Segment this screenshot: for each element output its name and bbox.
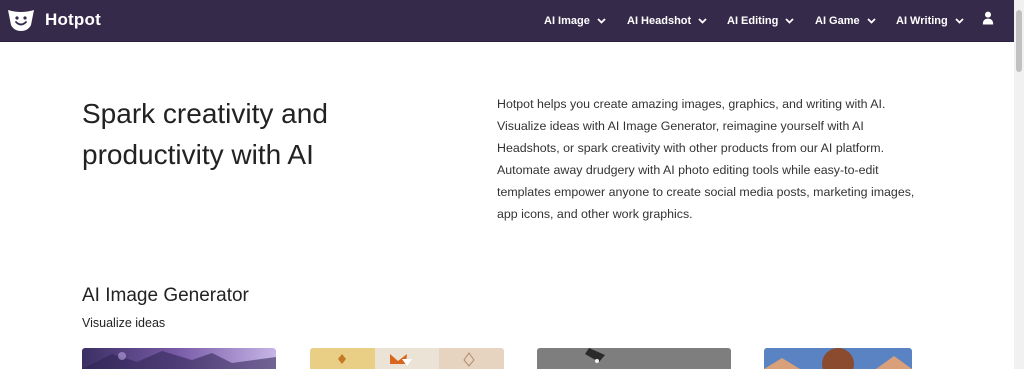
hotpot-logo-icon (8, 10, 34, 31)
nav-item-ai-headshot[interactable]: AI Headshot (627, 0, 707, 41)
top-navigation-bar: Hotpot AI Image AI Headshot AI Editing A… (0, 0, 1014, 42)
nav-item-ai-editing[interactable]: AI Editing (727, 0, 794, 41)
nav-item-ai-game[interactable]: AI Game (815, 0, 876, 41)
hero-description: Hotpot helps you create amazing images, … (497, 97, 915, 221)
nav-item-ai-writing[interactable]: AI Writing (896, 0, 964, 41)
gallery-image-anime-girl[interactable] (764, 348, 912, 369)
chevron-down-icon (597, 17, 606, 24)
chevron-down-icon (867, 17, 876, 24)
nav-item-label: AI Image (544, 14, 590, 27)
chevron-down-icon (785, 17, 794, 24)
nav-item-label: AI Game (815, 14, 860, 27)
section-title: AI Image Generator (82, 285, 249, 306)
nav-item-label: AI Editing (727, 14, 779, 27)
nav-item-label: AI Writing (896, 14, 948, 27)
nav-item-label: AI Headshot (627, 14, 692, 27)
gallery-image-fox-icons[interactable] (310, 348, 504, 369)
chevron-down-icon (955, 17, 964, 24)
section-subtitle: Visualize ideas (82, 316, 166, 330)
hero-title: Spark creativity and productivity with A… (82, 98, 328, 170)
nav-item-ai-image[interactable]: AI Image (544, 0, 606, 41)
user-icon[interactable] (982, 11, 994, 25)
logo-link[interactable]: Hotpot (6, 7, 101, 33)
scrollbar-thumb[interactable] (1016, 10, 1022, 72)
chevron-down-icon (698, 17, 707, 24)
brand-name: Hotpot (45, 10, 101, 29)
gallery-image-desk-lamp[interactable] (537, 348, 731, 369)
gallery-image-fantasy-dragon[interactable] (82, 348, 276, 369)
